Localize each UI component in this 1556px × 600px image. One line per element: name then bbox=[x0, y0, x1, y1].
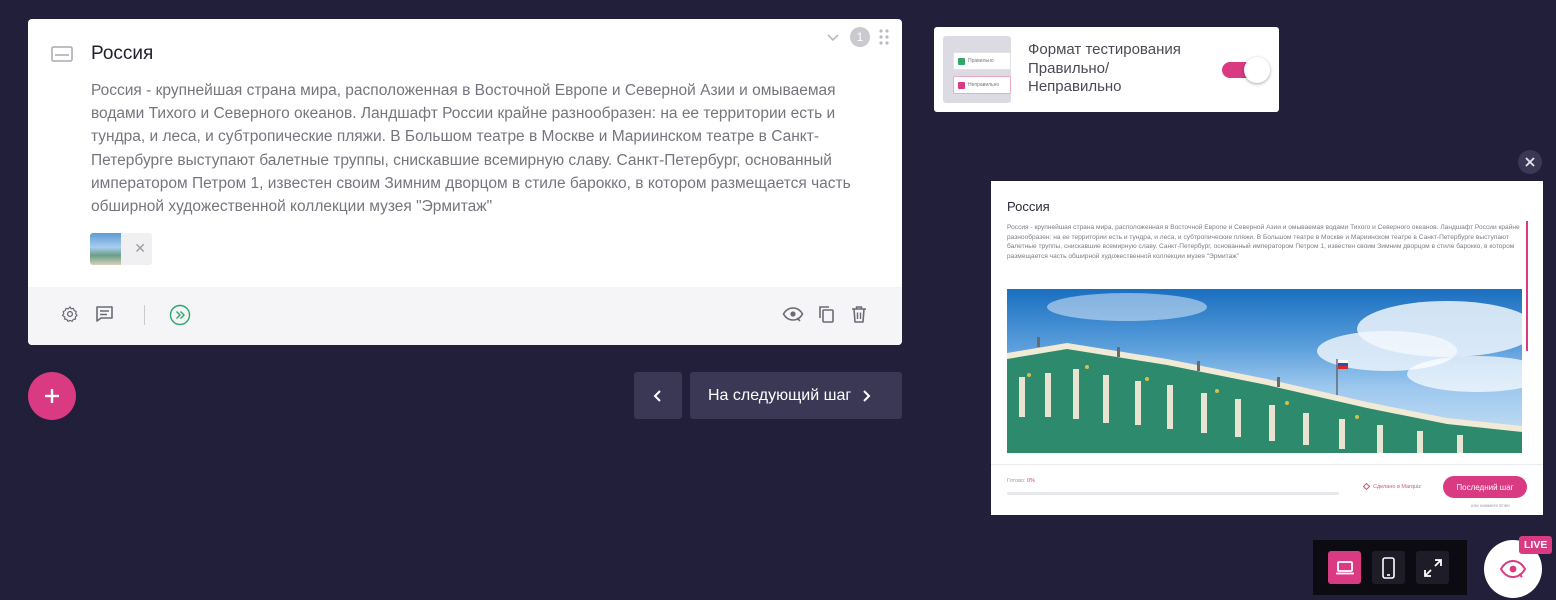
marquiz-logo-icon bbox=[1363, 483, 1370, 490]
copy-icon[interactable] bbox=[818, 305, 835, 324]
fullscreen-button[interactable] bbox=[1416, 551, 1449, 584]
plus-icon bbox=[45, 389, 59, 403]
test-format-card: Правильно Неправильно Формат тестировани… bbox=[934, 27, 1279, 112]
test-format-toggle[interactable] bbox=[1222, 57, 1272, 83]
mobile-view-button[interactable] bbox=[1372, 551, 1405, 584]
next-step-label: На следующий шаг bbox=[708, 386, 852, 404]
mobile-phone-icon bbox=[1382, 556, 1395, 579]
winter-palace-illustration bbox=[1007, 293, 1522, 453]
toggle-knob bbox=[1244, 57, 1270, 83]
preview-scrollbar[interactable] bbox=[1526, 221, 1528, 351]
chevron-down-icon[interactable] bbox=[824, 28, 842, 46]
test-format-label: Формат тестирования Правильно/ Неправиль… bbox=[1028, 41, 1181, 95]
format-thumbnail: Правильно Неправильно bbox=[943, 36, 1011, 103]
thumb-incorrect-row: Неправильно bbox=[953, 76, 1011, 94]
made-in-label: Сделано в Marquiz bbox=[1373, 483, 1421, 490]
preview-progress-bar bbox=[1007, 492, 1339, 495]
next-step-button[interactable]: На следующий шаг bbox=[690, 372, 902, 419]
check-icon bbox=[958, 57, 965, 65]
preview-text: Россия - крупнейшая страна мира, располо… bbox=[1007, 224, 1520, 261]
previous-step-button[interactable] bbox=[634, 372, 682, 419]
progress-value-text: 0% bbox=[1027, 478, 1035, 484]
enter-hint: или нажмите Enter bbox=[1471, 503, 1511, 508]
card-top-controls: 1 bbox=[824, 27, 890, 47]
last-step-button[interactable]: Последний шаг bbox=[1443, 476, 1527, 498]
preview-progress-label: Готово: 0% bbox=[1007, 478, 1035, 484]
made-in-marquiz[interactable]: Сделано в Marquiz bbox=[1363, 483, 1421, 490]
attachment-thumbnail[interactable] bbox=[90, 233, 121, 265]
question-number-badge: 1 bbox=[850, 27, 870, 47]
expand-icon bbox=[1423, 558, 1442, 577]
desktop-view-button[interactable] bbox=[1328, 551, 1361, 584]
add-question-button[interactable] bbox=[28, 372, 76, 420]
eye-icon bbox=[1499, 559, 1527, 579]
chevron-right-icon bbox=[863, 389, 871, 402]
preview-divider bbox=[991, 464, 1543, 465]
preview-image-winter-palace bbox=[1007, 289, 1522, 453]
live-badge: LIVE bbox=[1519, 536, 1553, 554]
progress-label-text: Готово: bbox=[1007, 478, 1026, 484]
laptop-icon bbox=[1335, 560, 1354, 574]
chevron-left-icon bbox=[653, 389, 661, 402]
device-switcher bbox=[1313, 540, 1467, 595]
question-title[interactable]: Россия bbox=[91, 43, 153, 65]
quiz-preview: Россия Россия - крупнейшая страна мира, … bbox=[991, 181, 1543, 515]
question-description[interactable]: Россия - крупнейшая страна мира, располо… bbox=[91, 79, 861, 218]
thumb-correct-row: Правильно bbox=[953, 52, 1011, 70]
close-icon bbox=[1525, 157, 1535, 167]
card-toolbar bbox=[28, 287, 902, 345]
cross-icon bbox=[958, 81, 965, 89]
remove-attachment-icon[interactable]: ✕ bbox=[134, 240, 146, 257]
comment-icon[interactable] bbox=[95, 305, 114, 323]
question-card: 1 Россия Россия - крупнейшая страна мира… bbox=[28, 19, 902, 345]
drag-handle-icon[interactable] bbox=[878, 28, 890, 46]
thumb-correct-label: Правильно bbox=[968, 58, 994, 64]
delete-trash-icon[interactable] bbox=[851, 305, 867, 323]
image-attachment: ✕ bbox=[90, 233, 152, 265]
settings-gear-icon[interactable] bbox=[61, 305, 79, 323]
toolbar-separator bbox=[144, 305, 145, 325]
visibility-icon[interactable] bbox=[782, 305, 804, 323]
close-preview-button[interactable] bbox=[1518, 150, 1542, 174]
text-block-icon bbox=[51, 46, 73, 62]
thumb-incorrect-label: Неправильно bbox=[968, 82, 1000, 88]
skip-forward-icon[interactable] bbox=[169, 304, 191, 326]
preview-title: Россия bbox=[1007, 199, 1050, 214]
